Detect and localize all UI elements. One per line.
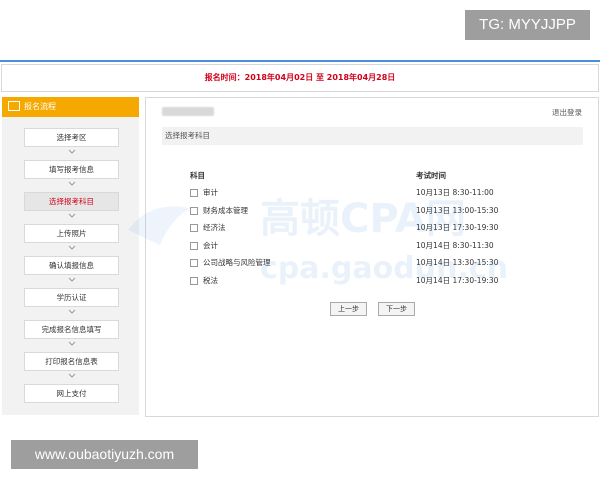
- subject-row: 税法 10月14日 17:30-19:30: [190, 274, 520, 288]
- sidebar-step-8[interactable]: 打印报名信息表: [24, 352, 119, 371]
- subject-row: 审计 10月13日 8:30-11:00: [190, 186, 520, 200]
- section-title: 选择报考科目: [162, 127, 583, 145]
- registration-period-notice: 报名时间：2018年04月02日 至 2018年04月28日: [1, 64, 599, 92]
- subject-checkbox[interactable]: [190, 241, 198, 250]
- sidebar-step-5[interactable]: 确认填报信息: [24, 256, 119, 275]
- subject-checkbox[interactable]: [190, 276, 198, 285]
- exam-time: 10月14日 8:30-11:30: [416, 240, 494, 250]
- chevron-down-icon: [68, 181, 76, 186]
- exam-time: 10月13日 17:30-19:30: [416, 223, 499, 232]
- subject-name: 会计: [203, 240, 218, 250]
- subject-checkbox[interactable]: [190, 206, 198, 215]
- prev-step-button[interactable]: 上一步: [330, 302, 367, 316]
- next-step-button[interactable]: 下一步: [378, 302, 415, 316]
- blurred-username: [162, 107, 214, 116]
- sidebar-step-7[interactable]: 完成报名信息填写: [24, 320, 119, 339]
- subject-name: 税法: [203, 275, 218, 285]
- subject-row: 公司战略与风险管理 10月14日 13:30-15:30: [190, 256, 520, 270]
- chevron-down-icon: [68, 245, 76, 250]
- subject-name: 财务成本管理: [203, 205, 248, 215]
- sidebar-title: 报名流程: [24, 102, 56, 111]
- column-header-subject: 科目: [190, 171, 205, 180]
- chevron-down-icon: [68, 277, 76, 282]
- subject-checkbox[interactable]: [190, 189, 198, 197]
- chevron-down-icon: [68, 213, 76, 218]
- main-panel: 退出登录 选择报考科目 科目 考试时间 审计 10月13日 8:30-11:00 财…: [145, 97, 599, 417]
- sidebar-header: 报名流程: [2, 97, 139, 117]
- sidebar-step-1[interactable]: 选择考区: [24, 128, 119, 147]
- sidebar-step-4[interactable]: 上传照片: [24, 224, 119, 243]
- subject-row: 会计 10月14日 8:30-11:30: [190, 239, 520, 253]
- chevron-down-icon: [68, 309, 76, 314]
- footer-url-label: www.oubaotiyuzh.com: [11, 440, 198, 469]
- tg-overlay-label: TG: MYYJJPP: [465, 10, 590, 40]
- exam-time: 10月13日 8:30-11:00: [416, 188, 494, 197]
- subject-name: 审计: [203, 188, 218, 197]
- subject-row: 财务成本管理 10月13日 13:00-15:30: [190, 204, 520, 218]
- subject-name: 经济法: [203, 223, 226, 232]
- sidebar-step-3[interactable]: 选择报考科目: [24, 192, 119, 211]
- top-divider: [0, 60, 600, 62]
- subject-checkbox[interactable]: [190, 224, 198, 232]
- monitor-icon: [8, 100, 20, 111]
- sidebar-step-2[interactable]: 填写报考信息: [24, 160, 119, 179]
- subject-name: 公司战略与风险管理: [203, 258, 271, 267]
- exam-time: 10月14日 17:30-19:30: [416, 275, 499, 285]
- exam-time: 10月13日 13:00-15:30: [416, 205, 499, 215]
- chevron-down-icon: [68, 373, 76, 378]
- subject-checkbox[interactable]: [190, 259, 198, 267]
- logout-link[interactable]: 退出登录: [552, 107, 582, 118]
- subject-row: 经济法 10月13日 17:30-19:30: [190, 221, 520, 235]
- chevron-down-icon: [68, 149, 76, 154]
- sidebar: 报名流程 选择考区填写报考信息 选择报考科目 上传照片确认填报信息 学历认证完成报名信…: [2, 97, 139, 415]
- chevron-down-icon: [68, 341, 76, 346]
- sidebar-step-6[interactable]: 学历认证: [24, 288, 119, 307]
- column-header-time: 考试时间: [416, 171, 446, 180]
- sidebar-step-9[interactable]: 网上支付: [24, 384, 119, 403]
- exam-time: 10月14日 13:30-15:30: [416, 258, 499, 267]
